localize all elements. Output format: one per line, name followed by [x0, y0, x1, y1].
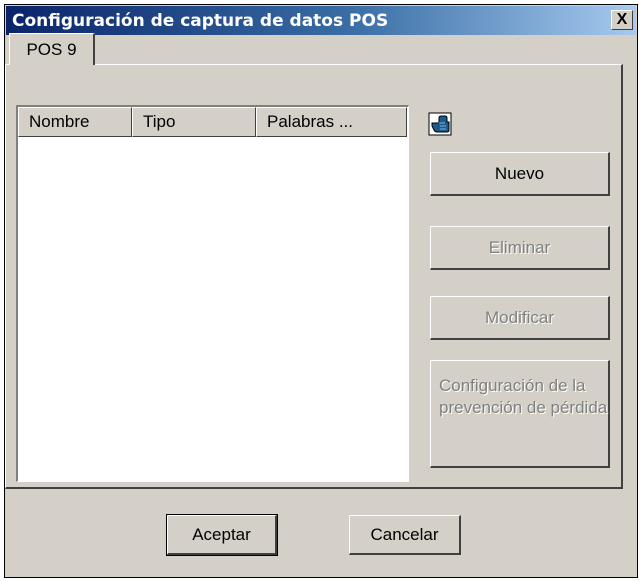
new-button-label: Nuevo	[494, 163, 545, 183]
close-button[interactable]: X	[611, 10, 633, 30]
column-header-nombre[interactable]: Nombre	[18, 107, 132, 137]
loss-prevention-button[interactable]: Configuración de la prevención de pérdid…	[430, 360, 610, 468]
title-bar[interactable]: Configuración de captura de datos POS X	[6, 6, 636, 35]
tab-label: POS 9	[26, 39, 77, 59]
pos-config-list[interactable]: Nombre Tipo Palabras ...	[16, 105, 409, 482]
ok-button[interactable]: Aceptar	[166, 514, 278, 556]
cancel-button[interactable]: Cancelar	[349, 515, 461, 555]
close-icon: X	[616, 11, 628, 28]
modify-button[interactable]: Modificar	[430, 296, 610, 340]
column-header-palabras[interactable]: Palabras ...	[256, 107, 407, 137]
delete-button[interactable]: Eliminar	[430, 226, 610, 270]
list-header: Nombre Tipo Palabras ...	[18, 107, 408, 137]
delete-button-label: Eliminar	[488, 237, 551, 257]
tab-pos-9[interactable]: POS 9	[9, 33, 95, 65]
cancel-button-label: Cancelar	[370, 524, 439, 544]
modify-button-label: Modificar	[485, 307, 554, 327]
window-title: Configuración de captura de datos POS	[12, 11, 389, 31]
pointing-hand-icon[interactable]	[428, 112, 452, 136]
new-button[interactable]: Nuevo	[430, 152, 610, 196]
column-header-tipo[interactable]: Tipo	[132, 107, 256, 137]
loss-prevention-button-label: Configuración de la prevención de pérdid…	[439, 376, 608, 417]
ok-button-label: Aceptar	[192, 524, 251, 544]
